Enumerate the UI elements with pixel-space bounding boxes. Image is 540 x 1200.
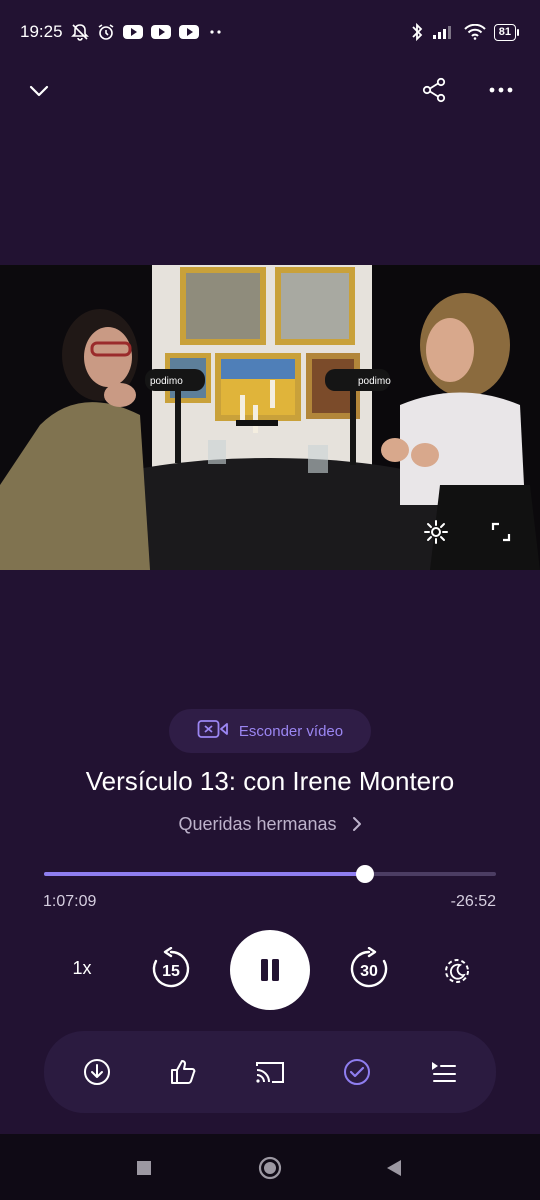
playback-controls: 1x 15 30 bbox=[0, 928, 540, 1012]
sleep-timer-icon[interactable] bbox=[440, 954, 474, 988]
show-name: Queridas hermanas bbox=[178, 814, 337, 834]
time-elapsed: 1:07:09 bbox=[43, 893, 97, 910]
hide-video-button[interactable]: Esconder vídeo bbox=[169, 709, 371, 753]
pause-icon bbox=[261, 959, 279, 981]
like-icon[interactable] bbox=[166, 1055, 200, 1089]
progress-knob[interactable] bbox=[355, 865, 374, 883]
wifi-icon bbox=[464, 24, 486, 40]
chevron-right-icon bbox=[352, 816, 362, 837]
status-time: 19:25 bbox=[20, 22, 63, 41]
battery-icon: 81 bbox=[493, 23, 520, 41]
hide-video-label: Esconder vídeo bbox=[238, 722, 344, 740]
hide-video-icon bbox=[197, 719, 229, 743]
share-icon[interactable] bbox=[418, 74, 450, 106]
mic-label-left: podimo bbox=[150, 376, 183, 387]
mic-label-right: podimo bbox=[358, 376, 391, 387]
progress-fill bbox=[44, 872, 365, 876]
episode-title: Versículo 13: con Irene Montero bbox=[85, 766, 455, 796]
signal-icon bbox=[432, 24, 456, 40]
forward-label: 30 bbox=[360, 963, 378, 980]
status-bar: 19:25 81 bbox=[0, 0, 540, 64]
forward-30-icon[interactable]: 30 bbox=[346, 946, 392, 992]
back-icon[interactable] bbox=[384, 1157, 404, 1179]
youtube-icon bbox=[178, 25, 199, 39]
video-player[interactable]: podimo podimo bbox=[0, 265, 540, 570]
chevron-down-icon[interactable] bbox=[24, 76, 54, 106]
bell-off-icon bbox=[70, 23, 89, 41]
player-header bbox=[0, 70, 540, 110]
show-link[interactable]: Queridas hermanas bbox=[0, 814, 540, 837]
more-dots-icon bbox=[207, 28, 225, 36]
rewind-15-icon[interactable]: 15 bbox=[148, 946, 194, 992]
pause-button[interactable] bbox=[230, 930, 310, 1010]
youtube-icon bbox=[122, 25, 143, 39]
alarm-icon bbox=[97, 23, 115, 41]
youtube-icon bbox=[150, 25, 171, 39]
episode-actions-bar bbox=[44, 1031, 496, 1113]
time-remaining: -26:52 bbox=[450, 893, 496, 910]
download-icon[interactable] bbox=[80, 1055, 114, 1089]
fullscreen-icon[interactable] bbox=[486, 517, 516, 547]
rewind-label: 15 bbox=[162, 963, 180, 980]
more-horizontal-icon[interactable] bbox=[486, 80, 516, 100]
queue-icon[interactable] bbox=[426, 1055, 460, 1089]
cast-icon[interactable] bbox=[252, 1055, 288, 1089]
mark-played-icon[interactable] bbox=[340, 1055, 374, 1089]
battery-level: 81 bbox=[498, 25, 511, 38]
video-frame: podimo podimo bbox=[0, 265, 540, 570]
system-nav-bar bbox=[0, 1134, 540, 1200]
recents-icon[interactable] bbox=[134, 1158, 154, 1178]
home-icon[interactable] bbox=[257, 1155, 283, 1181]
gear-icon[interactable] bbox=[421, 517, 451, 547]
bluetooth-icon bbox=[410, 22, 424, 42]
progress-slider[interactable] bbox=[44, 865, 496, 883]
speed-button[interactable]: 1x bbox=[58, 958, 106, 979]
